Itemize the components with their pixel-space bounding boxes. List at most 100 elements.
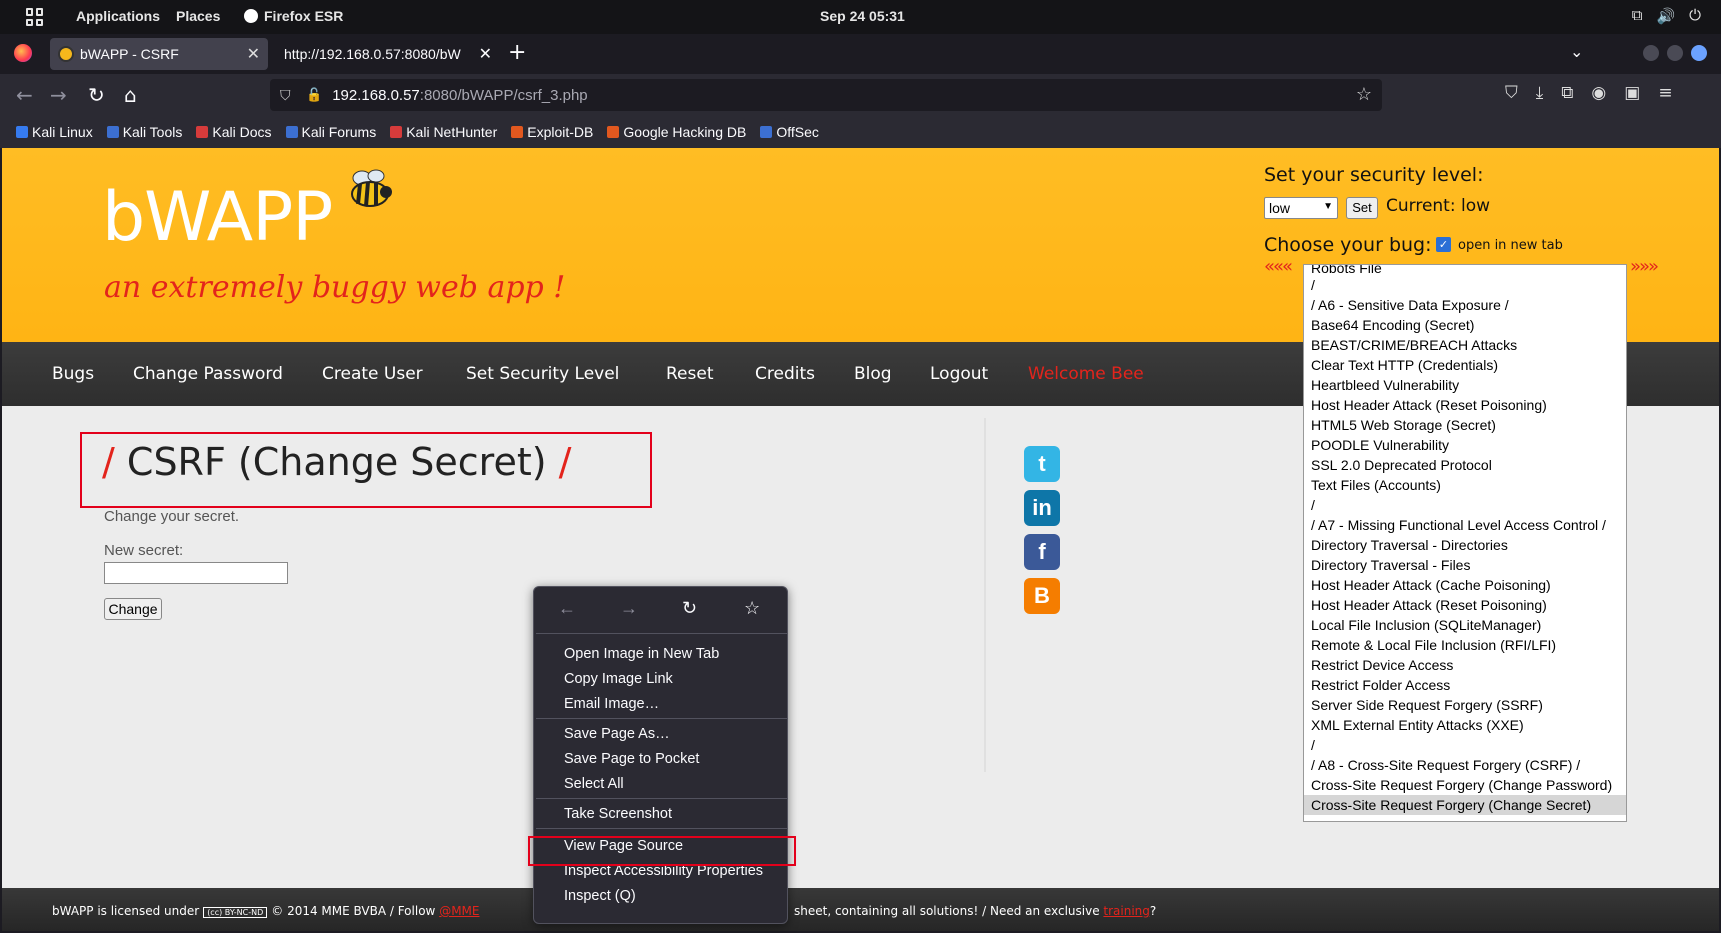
close-tab-icon[interactable]: ✕: [247, 44, 260, 64]
menu-create-user[interactable]: Create User: [322, 364, 423, 384]
blogger-icon[interactable]: B: [1024, 578, 1060, 614]
bookmark-exploit-db[interactable]: Exploit-DB: [511, 124, 593, 140]
reload-icon[interactable]: ↻: [682, 598, 697, 619]
forward-icon[interactable]: →: [620, 598, 638, 619]
training-link[interactable]: training: [1103, 904, 1150, 918]
bug-select-dropdown[interactable]: Robots File / / A6 - Sensitive Data Exposu…: [1303, 264, 1627, 822]
insecure-lock-icon[interactable]: 🔓: [306, 87, 322, 103]
container-icon[interactable]: ▣: [1624, 83, 1640, 103]
bookmark-kali-docs[interactable]: Kali Docs: [196, 124, 272, 140]
bookmark-star-icon[interactable]: ☆: [744, 598, 760, 619]
tab-bwapp-csrf[interactable]: bWAPP - CSRF ✕: [50, 38, 268, 70]
minimize-icon[interactable]: [1643, 45, 1659, 61]
active-app-indicator[interactable]: Firefox ESR: [244, 8, 343, 24]
bug-option[interactable]: /: [1304, 275, 1626, 295]
bug-option[interactable]: Directory Traversal - Directories: [1304, 535, 1626, 555]
app-menu-icon[interactable]: ≡: [1658, 83, 1672, 103]
new-tab-icon[interactable]: +: [508, 40, 526, 65]
menu-set-security-level[interactable]: Set Security Level: [466, 364, 619, 384]
places-menu[interactable]: Places: [176, 8, 220, 24]
bug-option[interactable]: Host Header Attack (Reset Poisoning): [1304, 395, 1626, 415]
bookmark-star-icon[interactable]: ☆: [1356, 84, 1372, 105]
menu-blog[interactable]: Blog: [854, 364, 892, 384]
security-level-select[interactable]: low ▼: [1264, 197, 1338, 219]
bookmark-offsec[interactable]: OffSec: [760, 124, 819, 140]
back-icon[interactable]: ←: [558, 598, 576, 619]
bug-option[interactable]: HTML5 Web Storage (Secret): [1304, 415, 1626, 435]
bug-option[interactable]: Base64 Encoding (Secret): [1304, 315, 1626, 335]
bug-option[interactable]: XML External Entity Attacks (XXE): [1304, 715, 1626, 735]
power-icon[interactable]: ⏻: [1689, 7, 1701, 25]
bookmark-kali-tools[interactable]: Kali Tools: [106, 124, 182, 140]
close-window-icon[interactable]: [1691, 45, 1707, 61]
menu-open-image-new-tab[interactable]: Open Image in New Tab: [564, 643, 719, 665]
applications-menu[interactable]: Applications: [76, 8, 160, 24]
bug-option[interactable]: Text Files (Accounts): [1304, 475, 1626, 495]
address-bar[interactable]: ⛉ 🔓 192.168.0.57:8080/bWAPP/csrf_3.php ☆: [270, 79, 1382, 111]
menu-credits[interactable]: Credits: [755, 364, 815, 384]
forward-icon[interactable]: →: [50, 83, 67, 107]
menu-save-page-as[interactable]: Save Page As…: [564, 723, 670, 745]
open-in-new-tab-checkbox[interactable]: ✓: [1436, 237, 1451, 252]
set-security-button[interactable]: Set: [1346, 197, 1378, 219]
menu-change-password[interactable]: Change Password: [133, 364, 283, 384]
bookmark-kali-nethunter[interactable]: Kali NetHunter: [390, 124, 497, 140]
network-icon[interactable]: ⧉: [1632, 7, 1643, 25]
firefox-view-icon[interactable]: [14, 44, 32, 62]
bug-option[interactable]: / A8 - Cross-Site Request Forgery (CSRF)…: [1304, 755, 1626, 775]
back-icon[interactable]: ←: [16, 83, 33, 107]
new-secret-input[interactable]: [104, 562, 288, 584]
bug-option[interactable]: Robots File: [1304, 265, 1626, 275]
facebook-icon[interactable]: f: [1024, 534, 1060, 570]
menu-bugs[interactable]: Bugs: [52, 364, 94, 384]
app-grid-icon[interactable]: [26, 8, 44, 26]
menu-reset[interactable]: Reset: [666, 364, 714, 384]
bug-option[interactable]: Host Header Attack (Reset Poisoning): [1304, 595, 1626, 615]
linkedin-icon[interactable]: in: [1024, 490, 1060, 526]
bug-option[interactable]: Cross-Site Request Forgery (Change Passw…: [1304, 775, 1626, 795]
volume-icon[interactable]: 🔊: [1656, 7, 1675, 25]
bug-option[interactable]: POODLE Vulnerability: [1304, 435, 1626, 455]
bug-option[interactable]: / A6 - Sensitive Data Exposure /: [1304, 295, 1626, 315]
bug-option[interactable]: Local File Inclusion (SQLiteManager): [1304, 615, 1626, 635]
bug-option[interactable]: Restrict Device Access: [1304, 655, 1626, 675]
bug-option[interactable]: SSL 2.0 Deprecated Protocol: [1304, 455, 1626, 475]
bug-option[interactable]: Cross-Site Request Forgery (Change Secre…: [1304, 795, 1626, 815]
bug-option[interactable]: BEAST/CRIME/BREACH Attacks: [1304, 335, 1626, 355]
bug-option[interactable]: /: [1304, 735, 1626, 755]
menu-logout[interactable]: Logout: [930, 364, 988, 384]
bug-option[interactable]: Server Side Request Forgery (SSRF): [1304, 695, 1626, 715]
bug-option[interactable]: Clear Text HTTP (Credentials): [1304, 355, 1626, 375]
bug-option[interactable]: Host Header Attack (Cache Poisoning): [1304, 575, 1626, 595]
bug-option[interactable]: Heartbleed Vulnerability: [1304, 375, 1626, 395]
bug-option[interactable]: Remote & Local File Inclusion (RFI/LFI): [1304, 635, 1626, 655]
change-button[interactable]: Change: [104, 598, 162, 620]
bookmark-kali-linux[interactable]: Kali Linux: [16, 124, 93, 140]
menu-copy-image-link[interactable]: Copy Image Link: [564, 668, 673, 690]
reload-icon[interactable]: ↻: [88, 83, 105, 107]
downloads-icon[interactable]: ⤓: [1536, 83, 1544, 103]
clock[interactable]: Sep 24 05:31: [820, 8, 905, 24]
bug-option[interactable]: Restrict Folder Access: [1304, 675, 1626, 695]
bug-option[interactable]: /: [1304, 495, 1626, 515]
bwapp-logo[interactable]: bWAPP: [102, 178, 333, 257]
tracking-shield-icon[interactable]: ⛉: [280, 87, 296, 103]
menu-email-image[interactable]: Email Image…: [564, 693, 659, 715]
cc-license-badge[interactable]: (cc) BY-NC-ND: [203, 907, 268, 918]
bookmark-kali-forums[interactable]: Kali Forums: [285, 124, 376, 140]
account-icon[interactable]: ◉: [1591, 83, 1606, 103]
home-icon[interactable]: ⌂: [124, 83, 137, 107]
tab-url[interactable]: http://192.168.0.57:8080/bW ✕: [278, 38, 496, 70]
close-tab-icon[interactable]: ✕: [479, 44, 492, 64]
pocket-icon[interactable]: ⛉: [1505, 83, 1518, 103]
bug-option[interactable]: / A7 - Missing Functional Level Access C…: [1304, 515, 1626, 535]
bookmark-google-hacking-db[interactable]: Google Hacking DB: [607, 124, 746, 140]
menu-select-all[interactable]: Select All: [564, 773, 624, 795]
follow-link[interactable]: @MME: [439, 904, 479, 918]
extensions-icon[interactable]: ⧉: [1561, 83, 1573, 103]
bug-option[interactable]: Directory Traversal - Files: [1304, 555, 1626, 575]
twitter-icon[interactable]: t: [1024, 446, 1060, 482]
menu-take-screenshot[interactable]: Take Screenshot: [564, 803, 672, 825]
maximize-icon[interactable]: [1667, 45, 1683, 61]
menu-inspect[interactable]: Inspect (Q): [564, 885, 636, 907]
